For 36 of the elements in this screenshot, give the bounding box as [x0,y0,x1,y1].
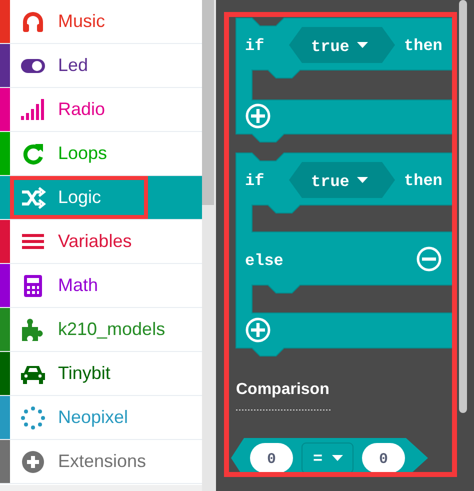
keyword-label: then [404,37,442,55]
headphones-icon [20,10,46,34]
keyword-label: if [245,172,264,190]
field-value: 0 [379,451,388,468]
keyword-label: then [404,172,442,190]
condition-dropdown[interactable]: true [289,162,395,198]
section-heading: Comparison [236,381,330,398]
plus-circle-icon [20,450,46,474]
scrollbar[interactable] [459,0,467,413]
caret-icon [357,42,368,48]
shuffle-icon [20,186,46,210]
field-value: 0 [267,451,276,468]
condition-dropdown[interactable]: true [289,27,395,63]
plus-circle-icon[interactable] [246,104,270,128]
category-item[interactable]: Tinybit [0,352,202,396]
keyword-label: else [245,252,284,270]
category-item[interactable]: Variables [0,220,202,264]
signal-icon [20,98,46,122]
category-item[interactable]: Math [0,264,202,308]
minus-circle-icon[interactable] [416,246,442,272]
caret-icon [332,455,343,461]
operator-dropdown[interactable]: = [302,442,354,472]
category-item[interactable]: Extensions [0,440,202,484]
highlight-frame: Logic [10,176,148,219]
category-item[interactable]: Radio [0,88,202,132]
dotted-circle-icon [20,406,46,430]
caret-icon [357,177,368,183]
category-item[interactable]: Music [0,0,202,44]
category-item[interactable]: k210_models [0,308,202,352]
category-item[interactable]: Led [0,44,202,88]
category-item[interactable]: Loops [0,132,202,176]
plus-circle-icon[interactable] [246,318,270,342]
category-item[interactable]: Neopixel [0,396,202,440]
category-item[interactable]: Logic [0,176,202,220]
keyword-label: if [245,37,264,55]
scrollbar[interactable] [202,0,214,205]
